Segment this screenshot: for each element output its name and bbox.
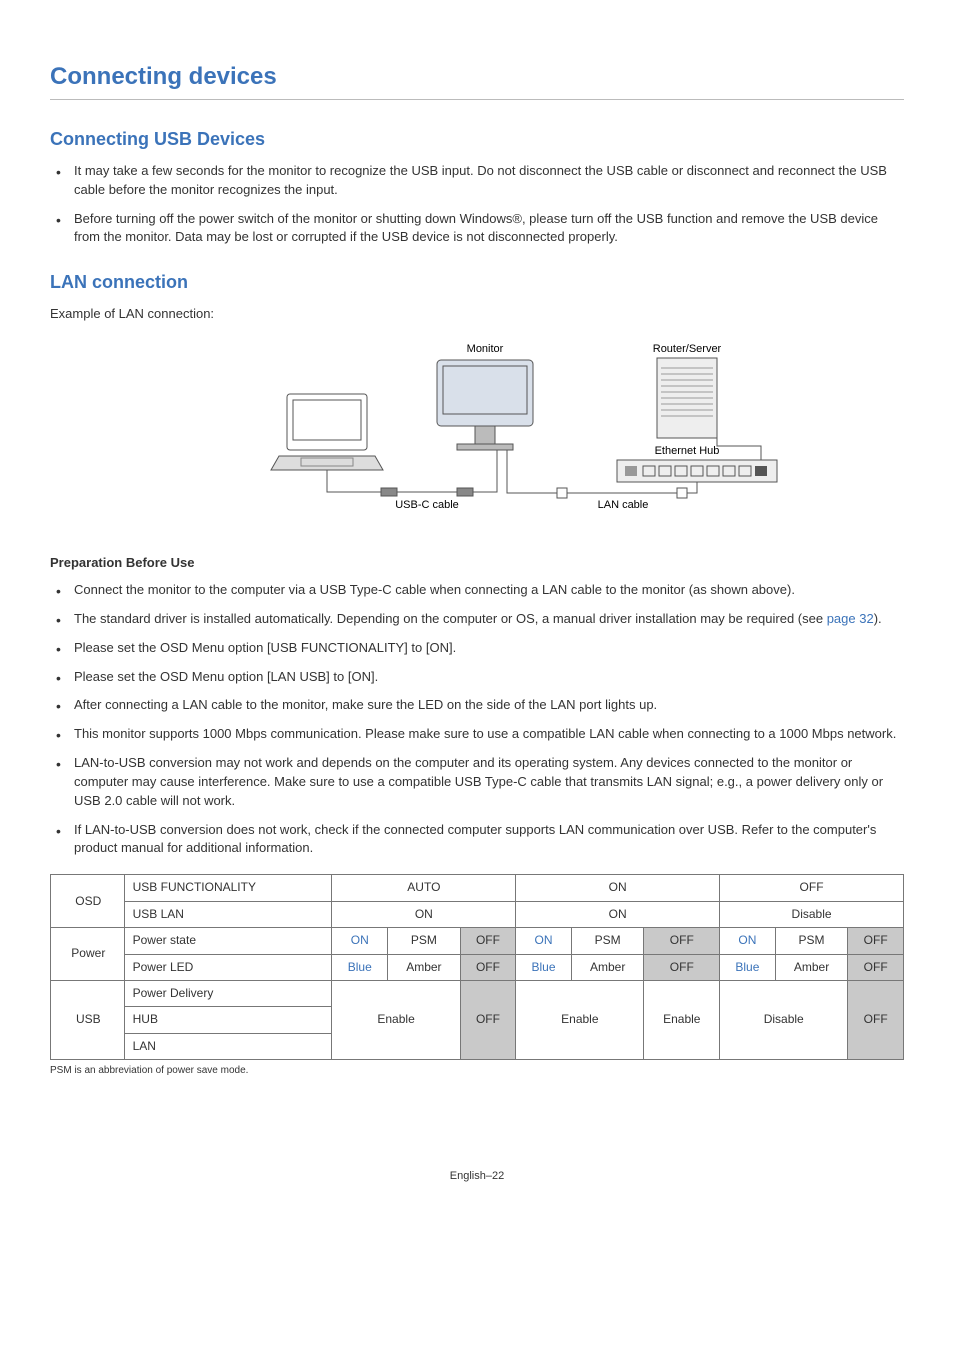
cell: Disable (720, 901, 904, 927)
page-title: Connecting devices (50, 60, 904, 95)
cell-usb-lan: USB LAN (124, 901, 332, 927)
cell: Blue (516, 954, 572, 980)
cell-usb-func: USB FUNCTIONALITY (124, 875, 332, 901)
list-item: LAN-to-USB conversion may not work and d… (50, 754, 904, 811)
cell: Disable (720, 980, 848, 1059)
ethernet-hub-icon (617, 460, 777, 482)
lan-diagram: Monitor Router/Server Ethernet Hub (50, 336, 904, 536)
diagram-label-usbc: USB-C cable (395, 499, 459, 511)
cell: Enable (516, 980, 644, 1059)
cell: OFF (848, 928, 904, 954)
diagram-svg: Monitor Router/Server Ethernet Hub (157, 336, 797, 536)
laptop-icon (271, 394, 383, 470)
page-link[interactable]: page 32 (827, 611, 874, 626)
prep-heading: Preparation Before Use (50, 554, 904, 573)
text: ). (874, 611, 882, 626)
diagram-label-ehub: Ethernet Hub (655, 445, 720, 457)
cell-power: Power (51, 928, 125, 981)
cell-usb: USB (51, 980, 125, 1059)
table-row: USB Power Delivery Enable OFF Enable Ena… (51, 980, 904, 1006)
cell: Amber (571, 954, 644, 980)
section-lan-heading: LAN connection (50, 269, 904, 295)
title-rule (50, 99, 904, 100)
cell: ON (332, 901, 516, 927)
list-item: After connecting a LAN cable to the moni… (50, 696, 904, 715)
table-row: Power Power state ON PSM OFF ON PSM OFF … (51, 928, 904, 954)
cell: ON (332, 928, 388, 954)
cell: OFF (644, 954, 720, 980)
cell: PSM (571, 928, 644, 954)
table-row: Power LED Blue Amber OFF Blue Amber OFF … (51, 954, 904, 980)
cell: OFF (720, 875, 904, 901)
cell: ON (516, 901, 720, 927)
osd-table: OSD USB FUNCTIONALITY AUTO ON OFF USB LA… (50, 874, 904, 1060)
diagram-label-monitor: Monitor (467, 343, 504, 355)
cell-lan: LAN (124, 1033, 332, 1059)
cell: Enable (332, 980, 460, 1059)
cell: PSM (388, 928, 461, 954)
cell: Amber (388, 954, 461, 980)
table-row: OSD USB FUNCTIONALITY AUTO ON OFF (51, 875, 904, 901)
section-usb-heading: Connecting USB Devices (50, 126, 904, 152)
page-footer: English–22 (50, 1169, 904, 1185)
cell: Amber (775, 954, 848, 980)
cell-osd: OSD (51, 875, 125, 928)
list-item: It may take a few seconds for the monito… (50, 162, 904, 200)
list-item: This monitor supports 1000 Mbps communic… (50, 725, 904, 744)
cell: Enable (644, 980, 720, 1059)
server-icon (657, 358, 717, 438)
cell: OFF (848, 980, 904, 1059)
monitor-icon (437, 360, 533, 450)
cell-power-led: Power LED (124, 954, 332, 980)
cell: OFF (460, 928, 516, 954)
diagram-label-router: Router/Server (653, 343, 722, 355)
table-footnote: PSM is an abbreviation of power save mod… (50, 1064, 904, 1079)
lan-intro: Example of LAN connection: (50, 305, 904, 324)
cell-pd: Power Delivery (124, 980, 332, 1006)
cell-power-state: Power state (124, 928, 332, 954)
prep-bullet-list: Connect the monitor to the computer via … (50, 581, 904, 858)
cell: ON (516, 875, 720, 901)
cell: Blue (332, 954, 388, 980)
cell: OFF (848, 954, 904, 980)
cell: AUTO (332, 875, 516, 901)
cell: OFF (460, 954, 516, 980)
cell: OFF (644, 928, 720, 954)
cell-hub: HUB (124, 1007, 332, 1033)
list-item: Please set the OSD Menu option [LAN USB]… (50, 668, 904, 687)
list-item: Connect the monitor to the computer via … (50, 581, 904, 600)
diagram-label-lan: LAN cable (598, 499, 649, 511)
list-item: The standard driver is installed automat… (50, 610, 904, 629)
list-item: Please set the OSD Menu option [USB FUNC… (50, 639, 904, 658)
cell: ON (516, 928, 572, 954)
table-row: USB LAN ON ON Disable (51, 901, 904, 927)
usb-bullet-list: It may take a few seconds for the monito… (50, 162, 904, 247)
list-item: Before turning off the power switch of t… (50, 210, 904, 248)
list-item: If LAN-to-USB conversion does not work, … (50, 821, 904, 859)
cell: ON (720, 928, 776, 954)
cell: PSM (775, 928, 848, 954)
text: The standard driver is installed automat… (74, 611, 827, 626)
cell: OFF (460, 980, 516, 1059)
cell: Blue (720, 954, 776, 980)
